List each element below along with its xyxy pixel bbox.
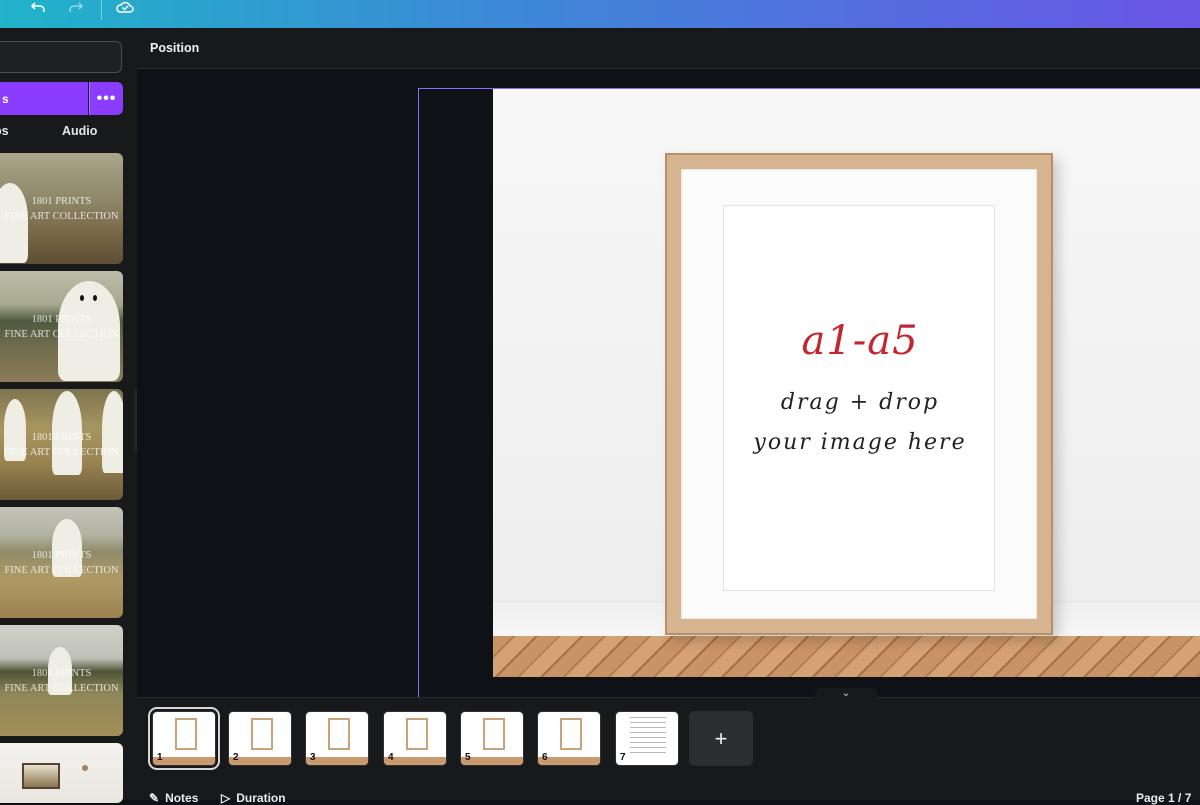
watermark-line1: 1801 PRINTS <box>31 550 92 561</box>
watermark-line1: 1801 PRINTS <box>31 314 92 325</box>
redo-icon[interactable] <box>68 0 84 14</box>
duration-label: Duration <box>236 791 286 805</box>
ghost-eye <box>80 295 84 301</box>
thumb-frame <box>560 718 582 750</box>
editor-toolbar: Position <box>137 28 1200 69</box>
thumb-frame <box>406 718 428 750</box>
picture-frame[interactable]: a1-a5 drag + drop your image here <box>665 153 1053 635</box>
thumb-frame <box>483 718 505 750</box>
position-button[interactable]: Position <box>150 41 199 55</box>
search-input[interactable] <box>0 41 122 73</box>
page-number: 7 <box>620 752 626 763</box>
watermark-line2: FINE ART COLLECTION <box>4 447 119 458</box>
media-thumbnail[interactable]: 1801 PRINTS FINE ART COLLECTION <box>0 389 123 500</box>
watermark-line2: FINE ART COLLECTION <box>4 683 119 694</box>
page-number: 4 <box>388 752 394 763</box>
primary-action-button[interactable]: s <box>0 82 88 115</box>
toolbar-divider <box>101 0 102 20</box>
page-thumbnail-3[interactable]: 3 <box>305 711 369 766</box>
mockup-image[interactable]: a1-a5 drag + drop your image here <box>493 89 1200 677</box>
page-number: 2 <box>233 752 239 763</box>
ghost-eye <box>93 295 97 301</box>
left-panel: s ••• os Audio 1801 PRINTS FINE ART COLL… <box>0 28 137 803</box>
duration-button[interactable]: ▷ Duration <box>221 791 286 805</box>
more-options-button[interactable]: ••• <box>89 82 123 115</box>
your-image-text: your image here <box>753 430 967 455</box>
page-thumbnail-7[interactable]: 7 <box>615 711 679 766</box>
thumb-frame <box>175 718 197 750</box>
wall-hook <box>82 765 88 771</box>
bottom-bar: ✎ Notes ▷ Duration Page 1 / 7 <box>137 779 1200 805</box>
cloud-check-icon[interactable] <box>115 0 135 14</box>
notes-button[interactable]: ✎ Notes <box>149 791 198 805</box>
media-thumbnail[interactable]: 1801 PRINTS FINE ART COLLECTION <box>0 153 123 264</box>
page-thumbnail-6[interactable]: 6 <box>537 711 601 766</box>
drag-drop-text: drag + drop <box>780 390 940 415</box>
undo-icon[interactable] <box>30 0 46 14</box>
watermark-line2: FINE ART COLLECTION <box>4 565 119 576</box>
herringbone-floor <box>493 636 1200 677</box>
page-number: 6 <box>542 752 548 763</box>
watermark-line1: 1801 PRINTS <box>31 196 92 207</box>
pencil-icon: ✎ <box>149 791 160 805</box>
tab-audio[interactable]: Audio <box>62 124 97 138</box>
page-number: 5 <box>465 752 471 763</box>
watermark-line1: 1801 PRINTS <box>31 432 92 443</box>
page-indicator[interactable]: Page 1 / 7 <box>1136 791 1191 805</box>
play-icon: ▷ <box>221 791 231 805</box>
notes-label: Notes <box>165 791 199 805</box>
thumb-frame <box>251 718 273 750</box>
size-headline: a1-a5 <box>801 318 919 364</box>
image-drop-zone[interactable]: a1-a5 drag + drop your image here <box>723 205 995 591</box>
pages-strip: ⌄ 1 2 3 4 5 6 7 + <box>137 688 1200 779</box>
watermark-line2: FINE ART COLLECTION <box>4 329 119 340</box>
page-number: 1 <box>157 752 163 763</box>
framed-painting <box>22 763 60 789</box>
panel-tabs: os Audio <box>0 123 137 141</box>
add-page-button[interactable]: + <box>689 711 753 766</box>
design-canvas: a1-a5 drag + drop your image here <box>137 69 1200 702</box>
watermark-line1: 1801 PRINTS <box>31 668 92 679</box>
page-thumbnail-4[interactable]: 4 <box>383 711 447 766</box>
top-bar <box>0 0 1200 28</box>
tab-videos[interactable]: os <box>0 124 9 138</box>
media-thumbnail[interactable]: 1801 PRINTS FINE ART COLLECTION <box>0 507 123 618</box>
page-thumbnail-5[interactable]: 5 <box>460 711 524 766</box>
watermark-line2: FINE ART COLLECTION <box>4 211 119 222</box>
page-thumbnail-1[interactable]: 1 <box>148 707 220 770</box>
chevron-down-icon[interactable]: ⌄ <box>814 688 878 700</box>
media-thumbnail[interactable]: 1801 PRINTS FINE ART COLLECTION <box>0 625 123 736</box>
page-number: 3 <box>310 752 316 763</box>
thumb-frame <box>328 718 350 750</box>
frame-mat: a1-a5 drag + drop your image here <box>681 169 1037 619</box>
media-thumbnail[interactable]: 1801 PRINTS FINE ART COLLECTION <box>0 271 123 382</box>
thumb-text-lines <box>630 717 666 757</box>
media-thumbnail[interactable] <box>0 743 123 803</box>
page-thumbnail-2[interactable]: 2 <box>228 711 292 766</box>
